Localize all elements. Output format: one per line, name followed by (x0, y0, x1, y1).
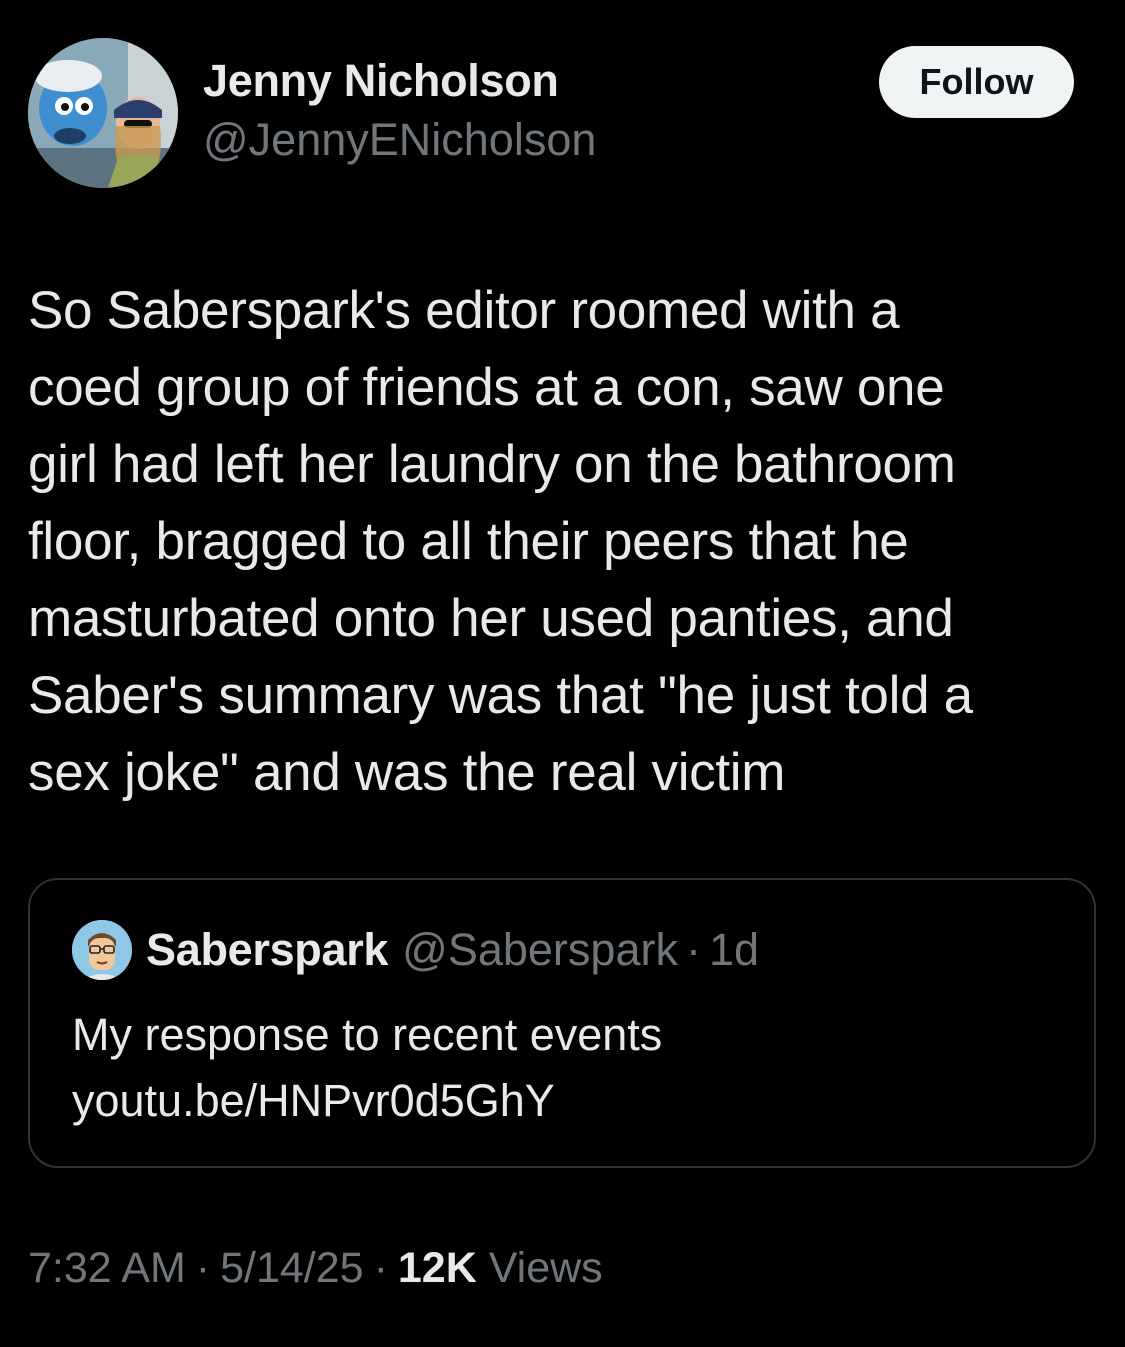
tweet-date[interactable]: 5/14/25 (220, 1244, 363, 1292)
author-handle[interactable]: @JennyENicholson (203, 110, 596, 170)
separator-dot: · (685, 924, 701, 975)
quoted-author-name[interactable]: Saberspark (146, 924, 388, 976)
quoted-tweet-header: Saberspark @Saberspark · 1d (72, 920, 759, 980)
quoted-author-handle[interactable]: @Saberspark (402, 924, 678, 976)
tweet-text: So Saberspark's editor roomed with a coe… (28, 281, 973, 802)
tweet-meta: 7:32 AM · 5/14/25 · 12K Views (28, 1244, 603, 1293)
profile-photo-avatar-icon (28, 38, 178, 188)
views-count: 12K (397, 1244, 477, 1292)
quoted-tweet-link[interactable]: youtu.be/HNPvr0d5GhY (72, 1068, 662, 1134)
quoted-tweet-text: My response to recent events (72, 1009, 663, 1060)
follow-button[interactable]: Follow (879, 46, 1074, 118)
author-display-name[interactable]: Jenny Nicholson (203, 52, 596, 110)
quoted-author-avatar[interactable] (72, 920, 132, 980)
quoted-tweet-body: My response to recent events youtu.be/HN… (72, 1002, 662, 1134)
author-info: Jenny Nicholson @JennyENicholson (203, 52, 596, 170)
tweet-time[interactable]: 7:32 AM (28, 1244, 186, 1292)
quoted-tweet-time[interactable]: 1d (709, 924, 759, 976)
cartoon-avatar-icon (72, 920, 132, 980)
tweet-header: Jenny Nicholson @JennyENicholson Follow (28, 38, 1098, 188)
views-label: Views (488, 1244, 603, 1292)
separator-dot: · (373, 1244, 388, 1292)
separator-dot: · (195, 1244, 211, 1292)
quoted-tweet-card[interactable]: Saberspark @Saberspark · 1d My response … (28, 878, 1096, 1168)
author-avatar[interactable] (28, 38, 178, 188)
